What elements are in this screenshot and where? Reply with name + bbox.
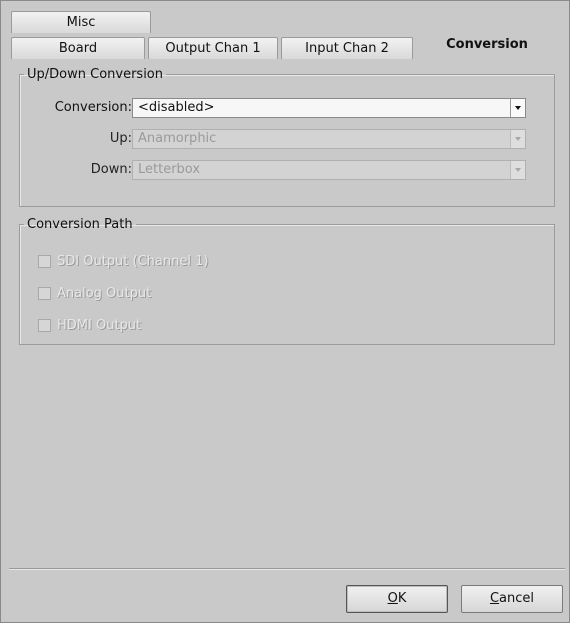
chevron-down-icon[interactable]	[510, 99, 525, 117]
conversion-select-value: <disabled>	[138, 100, 215, 115]
tab-page-conversion: Up/Down Conversion Conversion: <disabled…	[9, 59, 565, 615]
down-select-value: Letterbox	[138, 162, 201, 177]
conversion-path-group: Conversion Path SDI Output (Channel 1) A…	[19, 217, 555, 345]
analog-output-label: Analog Output	[57, 286, 152, 301]
sdi-output-checkbox-row: SDI Output (Channel 1)	[38, 254, 208, 269]
tab-misc[interactable]: Misc	[11, 11, 151, 33]
tab-board[interactable]: Board	[11, 37, 145, 59]
tab-output-chan-1[interactable]: Output Chan 1	[148, 37, 278, 59]
ok-label-rest: K	[397, 591, 407, 606]
tab-misc-label: Misc	[66, 15, 96, 30]
up-label: Up:	[109, 131, 132, 146]
up-select-value: Anamorphic	[138, 131, 217, 146]
hdmi-output-checkbox-row: HDMI Output	[38, 318, 141, 333]
tab-output-chan-1-label: Output Chan 1	[165, 41, 261, 56]
analog-output-checkbox	[38, 287, 51, 300]
chevron-down-icon	[510, 161, 525, 179]
conversion-label: Conversion:	[54, 100, 132, 115]
down-label: Down:	[90, 162, 132, 177]
up-select: Anamorphic	[132, 129, 526, 149]
conversion-path-legend: Conversion Path	[27, 217, 133, 232]
tab-board-label: Board	[58, 41, 98, 56]
tab-conversion[interactable]: Conversion	[415, 33, 559, 59]
cancel-button[interactable]: Cancel	[461, 585, 563, 613]
cancel-label-rest: ancel	[499, 591, 535, 606]
sdi-output-checkbox	[38, 255, 51, 268]
ok-mnemonic: O	[387, 591, 398, 606]
down-select: Letterbox	[132, 160, 526, 180]
button-bar-divider	[9, 568, 565, 570]
tab-conversion-label: Conversion	[446, 37, 528, 52]
updown-conversion-legend: Up/Down Conversion	[27, 67, 163, 82]
chevron-down-icon	[510, 130, 525, 148]
updown-conversion-group: Up/Down Conversion Conversion: <disabled…	[19, 67, 555, 207]
conversion-select[interactable]: <disabled>	[132, 98, 526, 118]
cancel-mnemonic: C	[489, 591, 500, 606]
tab-input-chan-2[interactable]: Input Chan 2	[281, 37, 413, 59]
sdi-output-label: SDI Output (Channel 1)	[57, 254, 209, 269]
analog-output-checkbox-row: Analog Output	[38, 286, 151, 301]
hdmi-output-label: HDMI Output	[57, 318, 142, 333]
dialog-window: Misc Board Output Chan 1 Input Chan 2 Co…	[0, 0, 570, 623]
hdmi-output-checkbox	[38, 319, 51, 332]
ok-button[interactable]: OK	[346, 585, 448, 613]
tab-input-chan-2-label: Input Chan 2	[305, 41, 389, 56]
